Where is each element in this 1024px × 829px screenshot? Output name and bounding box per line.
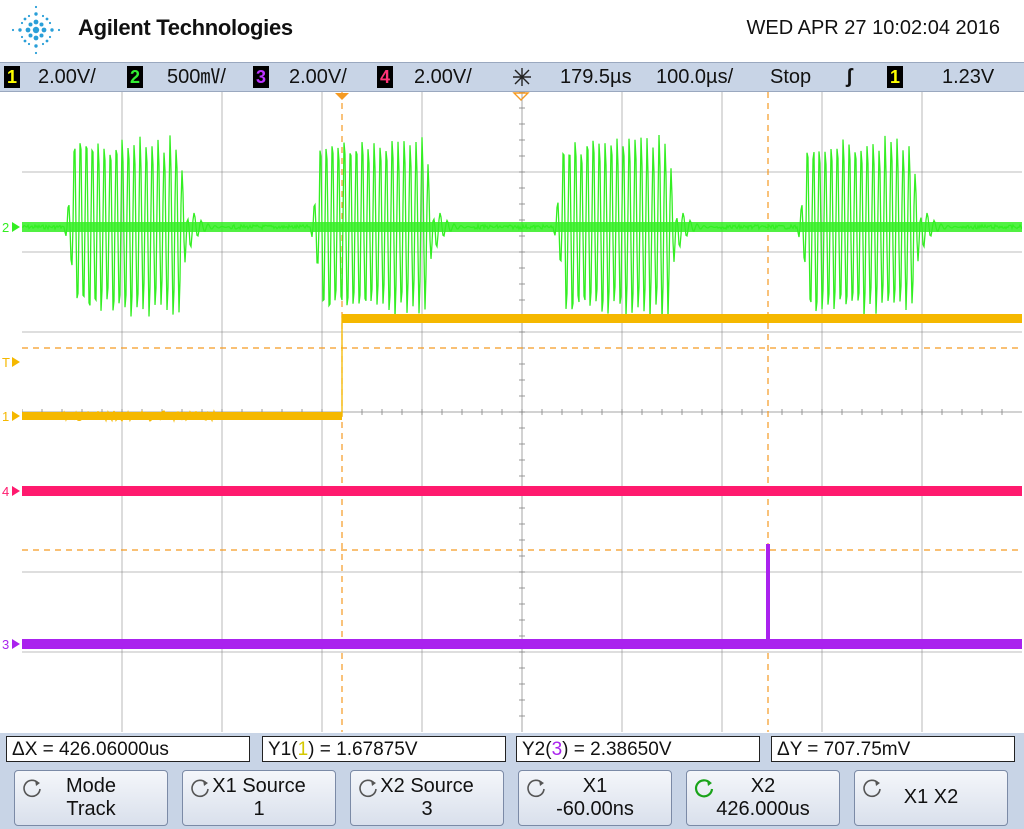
ch1-scale: 2.00V/ (38, 66, 96, 88)
ch1-ground-marker[interactable]: 1 (2, 409, 9, 424)
trigger-level-marker[interactable]: T (2, 355, 10, 370)
softkey-label: X1 (582, 775, 608, 797)
ch3-trace (22, 639, 1022, 649)
time-reference-markers (335, 92, 530, 101)
softkey-value: -60.00ns (556, 798, 634, 820)
trigger-level: 1.23V (942, 66, 995, 88)
ch2-ground-marker[interactable]: 2 (2, 220, 9, 235)
ch1-indicator[interactable]: 1 (4, 66, 20, 88)
date-time: WED APR 27 10:02:04 2016 (746, 17, 1001, 39)
delta-x-readout: ΔX = 426.06000us (6, 736, 250, 762)
ch3-ground-marker-arrow (12, 639, 20, 649)
softkey-label: X1 X2 (903, 786, 959, 808)
ch4-indicator[interactable]: 4 (377, 66, 393, 88)
brand-name: Agilent Technologies (78, 15, 293, 40)
softkey-label: Mode (65, 775, 117, 797)
softkey-label: X2 (750, 775, 776, 797)
y2-readout: Y2(3) = 2.38650V (516, 736, 760, 762)
ch2-indicator[interactable]: 2 (127, 66, 143, 88)
run-state: Stop (770, 66, 812, 88)
softkey-value: 1 (253, 798, 265, 820)
waveform-display (22, 92, 1022, 732)
softkey-value: Track (66, 798, 116, 820)
x1-position-softkey[interactable]: X1 -60.00ns (518, 770, 672, 826)
agilent-spark-logo-icon (11, 5, 61, 55)
trigger-source-indicator[interactable]: 1 (887, 66, 903, 88)
ch2-scale: 500㎷/ (167, 66, 226, 88)
x1-x2-softkey[interactable]: X1 X2 (854, 770, 1008, 826)
ground-markers: 2 T 1 4 3 (2, 220, 20, 652)
delay-icon (513, 68, 531, 86)
softkey-value: 426.000us (716, 798, 810, 820)
softkey-label: X1 Source (212, 775, 306, 797)
x1-source-softkey[interactable]: X1 Source 1 (182, 770, 336, 826)
delta-y-readout: ΔY = 707.75mV (771, 736, 1015, 762)
y2-source-num: 3 (551, 739, 563, 760)
trigger-level-marker-arrow (12, 357, 20, 367)
ch3-indicator[interactable]: 3 (253, 66, 269, 88)
delay-reference-marker (512, 92, 530, 101)
y1-source-num: 1 (297, 739, 309, 760)
x2-source-softkey[interactable]: X2 Source 3 (350, 770, 504, 826)
mode-softkey[interactable]: Mode Track (14, 770, 168, 826)
timebase-scale: 100.0µs/ (656, 66, 734, 88)
ch3-spike (766, 544, 770, 644)
ch4-scale: 2.00V/ (414, 66, 472, 88)
x2-position-softkey[interactable]: X2 426.000us (686, 770, 840, 826)
ch2-baseline-band (22, 222, 1022, 232)
softkey-label: X2 Source (380, 775, 474, 797)
softkey-value: 3 (421, 798, 433, 820)
ch1-ground-marker-arrow (12, 411, 20, 421)
trigger-edge-icon: ʃ (846, 66, 853, 88)
ch4-ground-marker-arrow (12, 486, 20, 496)
ch4-ground-marker[interactable]: 4 (2, 484, 9, 499)
ch3-ground-marker[interactable]: 3 (2, 637, 9, 652)
bottom-panel: ΔX = 426.06000us Y1(1) = 1.67875V Y2(3) … (0, 733, 1024, 829)
ch1-low-band (22, 412, 342, 420)
ch1-high-band (342, 314, 1022, 323)
y1-readout: Y1(1) = 1.67875V (262, 736, 506, 762)
ch4-trace (22, 486, 1022, 496)
header: Agilent Technologies WED APR 27 10:02:04… (0, 0, 1024, 62)
horizontal-delay: 179.5µs (560, 66, 632, 88)
trigger-position-marker (335, 93, 349, 100)
ch3-scale: 2.00V/ (289, 66, 347, 88)
ch2-ground-marker-arrow (12, 222, 20, 232)
status-bar: 1 2.00V/ 2 500㎷/ 3 2.00V/ 4 2.00V/ 179.5… (0, 62, 1024, 92)
